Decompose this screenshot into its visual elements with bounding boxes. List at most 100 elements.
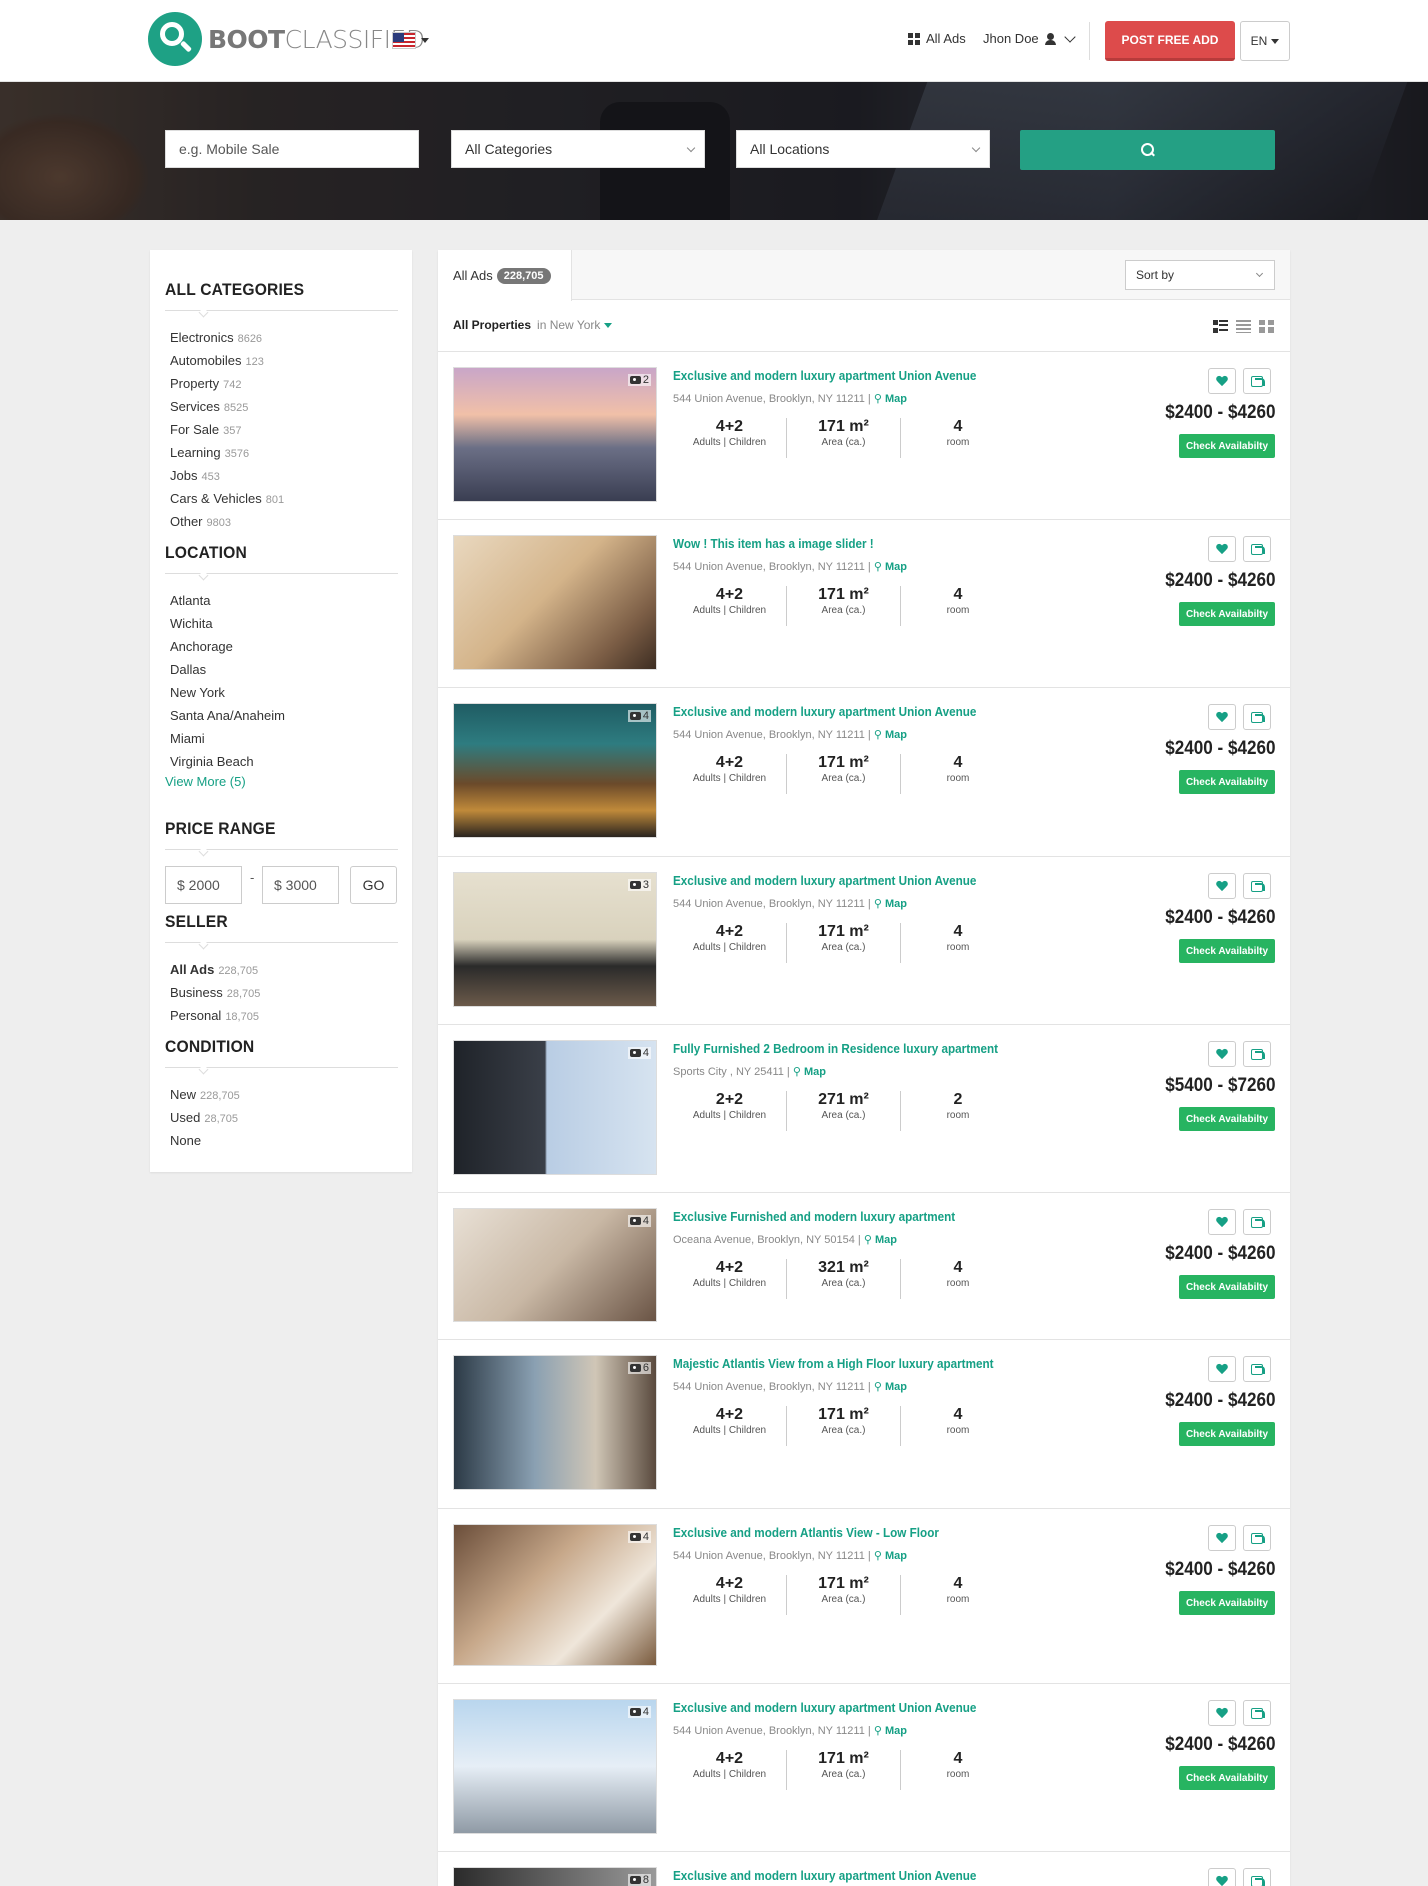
location-item[interactable]: Dallas: [170, 658, 285, 681]
favorite-button[interactable]: [1208, 536, 1236, 562]
favorite-button[interactable]: [1208, 1525, 1236, 1551]
check-availability-button[interactable]: Check Availabilty: [1179, 939, 1275, 963]
condition-item[interactable]: None: [170, 1129, 240, 1152]
category-item[interactable]: Cars & Vehicles 801: [170, 487, 284, 510]
ad-title-link[interactable]: Majestic Atlantis View from a High Floor…: [673, 1356, 994, 1371]
share-button[interactable]: [1243, 1868, 1271, 1886]
ad-thumbnail[interactable]: 2: [453, 367, 657, 502]
favorite-button[interactable]: [1208, 704, 1236, 730]
map-link[interactable]: ⚲ Map: [874, 393, 907, 405]
condition-item[interactable]: Used 28,705: [170, 1106, 240, 1129]
list-view-icon[interactable]: [1236, 320, 1251, 333]
price-min-input[interactable]: $ 2000: [165, 866, 242, 904]
share-button[interactable]: [1243, 873, 1271, 899]
ad-thumbnail[interactable]: 4: [453, 1208, 657, 1322]
ad-title-link[interactable]: Exclusive and modern luxury apartment Un…: [673, 704, 976, 719]
ad-thumbnail[interactable]: 8: [453, 1867, 657, 1886]
check-availability-button[interactable]: Check Availabilty: [1179, 770, 1275, 794]
site-logo[interactable]: BOOTCLASSIFIED: [148, 12, 425, 66]
ad-title-link[interactable]: Exclusive and modern luxury apartment Un…: [673, 873, 976, 888]
location-item[interactable]: Santa Ana/Anaheim: [170, 704, 285, 727]
map-link[interactable]: ⚲ Map: [874, 729, 907, 741]
location-select[interactable]: All Locations: [736, 130, 990, 168]
category-select[interactable]: All Categories: [451, 130, 705, 168]
share-button[interactable]: [1243, 1041, 1271, 1067]
location-item[interactable]: Atlanta: [170, 589, 285, 612]
favorite-button[interactable]: [1208, 1041, 1236, 1067]
seller-item[interactable]: All Ads 228,705: [170, 958, 260, 981]
check-availability-button[interactable]: Check Availabilty: [1179, 1275, 1275, 1299]
map-link[interactable]: ⚲ Map: [864, 1234, 897, 1246]
ad-thumbnail[interactable]: 4: [453, 1699, 657, 1834]
check-availability-button[interactable]: Check Availabilty: [1179, 1591, 1275, 1615]
category-item[interactable]: Learning 3576: [170, 441, 284, 464]
location-item[interactable]: Wichita: [170, 612, 285, 635]
condition-item[interactable]: New 228,705: [170, 1083, 240, 1106]
check-availability-button[interactable]: Check Availabilty: [1179, 1422, 1275, 1446]
category-item[interactable]: Electronics 8626: [170, 326, 284, 349]
search-button[interactable]: [1020, 130, 1275, 170]
check-availability-button[interactable]: Check Availabilty: [1179, 1107, 1275, 1131]
ad-thumbnail[interactable]: [453, 535, 657, 670]
ad-thumbnail[interactable]: 4: [453, 703, 657, 838]
favorite-button[interactable]: [1208, 1700, 1236, 1726]
map-link[interactable]: ⚲ Map: [874, 561, 907, 573]
tab-all-ads[interactable]: All Ads 228,705: [438, 250, 572, 301]
keyword-search-input[interactable]: e.g. Mobile Sale: [165, 130, 419, 168]
price-max-input[interactable]: $ 3000: [262, 866, 339, 904]
caret-down-icon[interactable]: [604, 323, 613, 329]
ad-title-link[interactable]: Exclusive Furnished and modern luxury ap…: [673, 1209, 955, 1224]
caret-down-icon[interactable]: [421, 38, 429, 43]
ad-thumbnail[interactable]: 4: [453, 1040, 657, 1175]
check-availability-button[interactable]: Check Availabilty: [1179, 434, 1275, 458]
category-item[interactable]: Jobs 453: [170, 464, 284, 487]
seller-item[interactable]: Business 28,705: [170, 981, 260, 1004]
seller-item[interactable]: Personal 18,705: [170, 1004, 260, 1027]
ad-title-link[interactable]: Exclusive and modern luxury apartment Un…: [673, 1868, 976, 1883]
map-link[interactable]: ⚲ Map: [874, 1381, 907, 1393]
category-item[interactable]: For Sale 357: [170, 418, 284, 441]
ad-thumbnail[interactable]: 3: [453, 872, 657, 1007]
ad-title-link[interactable]: Exclusive and modern luxury apartment Un…: [673, 368, 976, 383]
grid-view-icon[interactable]: [1259, 320, 1274, 333]
map-link[interactable]: ⚲ Map: [874, 1725, 907, 1737]
ad-thumbnail[interactable]: 4: [453, 1524, 657, 1666]
location-item[interactable]: New York: [170, 681, 285, 704]
location-filter-dropdown[interactable]: in New York: [537, 318, 600, 332]
location-item[interactable]: Miami: [170, 727, 285, 750]
view-more-locations-link[interactable]: View More (5): [165, 774, 246, 789]
share-button[interactable]: [1243, 1700, 1271, 1726]
share-button[interactable]: [1243, 704, 1271, 730]
ad-title-link[interactable]: Exclusive and modern luxury apartment Un…: [673, 1700, 976, 1715]
favorite-button[interactable]: [1208, 1356, 1236, 1382]
language-dropdown[interactable]: EN: [1240, 21, 1290, 61]
ad-title-link[interactable]: Exclusive and modern Atlantis View - Low…: [673, 1525, 939, 1540]
ad-title-link[interactable]: Fully Furnished 2 Bedroom in Residence l…: [673, 1041, 998, 1056]
sort-by-select[interactable]: Sort by: [1125, 260, 1275, 290]
favorite-button[interactable]: [1208, 368, 1236, 394]
detail-view-icon[interactable]: [1213, 320, 1228, 333]
check-availability-button[interactable]: Check Availabilty: [1179, 1766, 1275, 1790]
user-menu[interactable]: Jhon Doe: [983, 30, 1076, 46]
share-button[interactable]: [1243, 368, 1271, 394]
nav-all-ads-link[interactable]: All Ads: [908, 31, 966, 46]
location-item[interactable]: Anchorage: [170, 635, 285, 658]
share-button[interactable]: [1243, 536, 1271, 562]
ad-thumbnail[interactable]: 6: [453, 1355, 657, 1490]
post-free-add-button[interactable]: POST FREE ADD: [1105, 21, 1235, 61]
favorite-button[interactable]: [1208, 1868, 1236, 1886]
share-button[interactable]: [1243, 1525, 1271, 1551]
map-link[interactable]: ⚲ Map: [793, 1066, 826, 1078]
ad-title-link[interactable]: Wow ! This item has a image slider !: [673, 536, 874, 551]
price-go-button[interactable]: GO: [350, 866, 397, 904]
location-item[interactable]: Virginia Beach: [170, 750, 285, 773]
share-button[interactable]: [1243, 1356, 1271, 1382]
map-link[interactable]: ⚲ Map: [874, 1550, 907, 1562]
favorite-button[interactable]: [1208, 1209, 1236, 1235]
category-item[interactable]: Other 9803: [170, 510, 284, 533]
share-button[interactable]: [1243, 1209, 1271, 1235]
category-item[interactable]: Property 742: [170, 372, 284, 395]
check-availability-button[interactable]: Check Availabilty: [1179, 602, 1275, 626]
map-link[interactable]: ⚲ Map: [874, 898, 907, 910]
favorite-button[interactable]: [1208, 873, 1236, 899]
